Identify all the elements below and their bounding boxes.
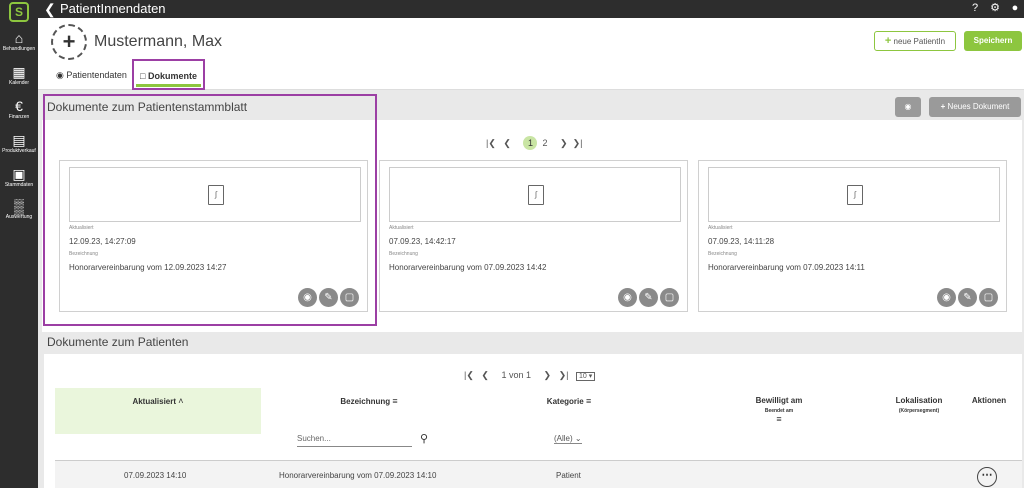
- patient-header: + Mustermann, Max + neue PatientIn Speic…: [38, 18, 1024, 90]
- calendar-icon: ▦: [12, 64, 26, 80]
- plus-icon: +: [884, 35, 892, 47]
- view-eye-icon[interactable]: ◉: [937, 288, 956, 307]
- add-photo-avatar[interactable]: +: [51, 24, 87, 60]
- name-label: Bezeichnung: [708, 251, 737, 257]
- gear-icon[interactable]: ⚙: [988, 1, 1002, 15]
- sidebar-item-produktverkauf[interactable]: ▤ Produktverkauf: [0, 132, 38, 154]
- top-bar: ❮ PatientInnendaten ? ⚙ ●: [38, 0, 1024, 18]
- name-value: Honorarvereinbarung vom 07.09.2023 14:11: [708, 263, 865, 272]
- sidebar-item-behandlungen[interactable]: ⌂ Behandlungen: [0, 30, 38, 52]
- save-button[interactable]: Speichern: [964, 31, 1022, 51]
- document-card[interactable]: ∫ Aktualisiert 07.09.23, 14:11:28 Bezeic…: [698, 160, 1007, 312]
- col-actions: Aktionen: [971, 396, 1007, 405]
- first-page-icon[interactable]: |❮: [464, 370, 474, 380]
- name-label: Bezeichnung: [389, 251, 418, 257]
- prev-page-icon[interactable]: ❮: [481, 370, 489, 380]
- highlight-box: [43, 94, 377, 326]
- updated-label: Aktualisiert: [389, 225, 414, 231]
- app-logo: S: [9, 2, 29, 22]
- bar-chart-icon: ▒: [14, 198, 24, 214]
- user-circle-icon: ◉: [56, 70, 64, 80]
- tab-patientendaten[interactable]: ◉ Patientendaten: [56, 68, 127, 82]
- help-icon[interactable]: ?: [968, 1, 982, 15]
- delete-icon[interactable]: ▢: [979, 288, 998, 307]
- pdf-icon: ∫: [847, 185, 863, 205]
- sidebar-item-auswertung[interactable]: ▒ Auswertung: [0, 198, 38, 220]
- page-info: 1 von 1: [501, 370, 531, 380]
- col-location: Lokalisation (Körpersegment): [895, 396, 943, 414]
- category-filter[interactable]: (Alle) ⌄: [554, 434, 582, 444]
- col-updated[interactable]: Aktualisiert ˄: [55, 396, 261, 406]
- sort-icon: ≡: [776, 414, 782, 424]
- edit-icon[interactable]: ✎: [958, 288, 977, 307]
- view-eye-icon[interactable]: ◉: [618, 288, 637, 307]
- user-icon[interactable]: ●: [1008, 1, 1022, 15]
- active-tab-indicator: [136, 84, 201, 87]
- page-size-select[interactable]: 10 ▾: [575, 372, 596, 381]
- last-page-icon[interactable]: ❯|: [559, 370, 569, 380]
- sorted-column-bg: [55, 388, 261, 434]
- name-value: Honorarvereinbarung vom 07.09.2023 14:42: [389, 263, 547, 272]
- cell-category: Patient: [556, 471, 581, 480]
- next-page-icon[interactable]: ❯: [544, 370, 552, 380]
- pdf-icon: ∫: [528, 185, 544, 205]
- stammblatt-pager: |❮ ❮ 1 2 ❯ ❯|: [486, 136, 582, 150]
- tab-dokumente[interactable]: □ Dokumente: [132, 59, 205, 90]
- updated-value: 07.09.23, 14:42:17: [389, 237, 456, 246]
- search-input[interactable]: Suchen...: [297, 434, 412, 447]
- sort-icon: ≡: [585, 396, 592, 406]
- col-approved[interactable]: Bewilligt am Beendet am ≡: [734, 396, 824, 424]
- camera-button[interactable]: ◉: [895, 97, 921, 117]
- document-card[interactable]: ∫ Aktualisiert 07.09.23, 14:42:17 Bezeic…: [379, 160, 688, 312]
- new-document-button[interactable]: + Neues Dokument: [929, 97, 1021, 117]
- camera-icon: ◉: [904, 102, 912, 111]
- col-name[interactable]: Bezeichnung ≡: [304, 396, 434, 406]
- patient-docs-table: |❮ ❮ 1 von 1 ❯ ❯| 10 ▾ Aktualisiert ˄ Be…: [44, 354, 1022, 488]
- sidebar-item-finanzen[interactable]: € Finanzen: [0, 98, 38, 120]
- document-thumbnail[interactable]: ∫: [389, 167, 681, 222]
- new-patient-button[interactable]: + neue PatientIn: [874, 31, 956, 51]
- euro-icon: €: [15, 98, 23, 114]
- file-icon: □: [140, 71, 146, 81]
- table-row[interactable]: [55, 461, 1022, 488]
- edit-icon[interactable]: ✎: [639, 288, 658, 307]
- search-icon[interactable]: ⚲: [420, 432, 428, 445]
- sort-asc-icon: ˄: [178, 396, 184, 406]
- puzzle-icon: ▣: [12, 166, 26, 182]
- document-thumbnail[interactable]: ∫: [708, 167, 1000, 222]
- page-1-button[interactable]: 1: [523, 136, 538, 150]
- page-2-button[interactable]: 2: [542, 138, 547, 148]
- sidebar-item-stammdaten[interactable]: ▣ Stammdaten: [0, 166, 38, 188]
- sidebar-item-kalender[interactable]: ▦ Kalender: [0, 64, 38, 86]
- delete-icon[interactable]: ▢: [660, 288, 679, 307]
- patient-docs-title: Dokumente zum Patienten: [47, 335, 189, 349]
- next-page-icon[interactable]: ❯: [560, 138, 568, 148]
- sort-icon: ≡: [392, 396, 398, 406]
- cell-name: Honorarvereinbarung vom 07.09.2023 14:10: [279, 471, 437, 480]
- updated-value: 07.09.23, 14:11:28: [708, 237, 775, 246]
- home-icon: ⌂: [14, 30, 24, 46]
- more-actions-icon[interactable]: ⋯: [977, 467, 997, 487]
- patient-name: Mustermann, Max: [94, 33, 223, 50]
- sidebar: S ⌂ Behandlungen ▦ Kalender € Finanzen ▤…: [0, 0, 38, 488]
- page-title: PatientInnendaten: [60, 1, 166, 16]
- prev-page-icon[interactable]: ❮: [503, 138, 511, 148]
- col-category[interactable]: Kategorie ≡: [514, 396, 624, 406]
- first-page-icon[interactable]: |❮: [486, 138, 496, 148]
- last-page-icon[interactable]: ❯|: [573, 138, 583, 148]
- updated-label: Aktualisiert: [708, 225, 733, 231]
- document-icon: ▤: [12, 132, 26, 148]
- back-icon[interactable]: ❮: [44, 0, 56, 18]
- table-pager: |❮ ❮ 1 von 1 ❯ ❯| 10 ▾: [464, 370, 596, 381]
- cell-updated: 07.09.2023 14:10: [124, 471, 187, 480]
